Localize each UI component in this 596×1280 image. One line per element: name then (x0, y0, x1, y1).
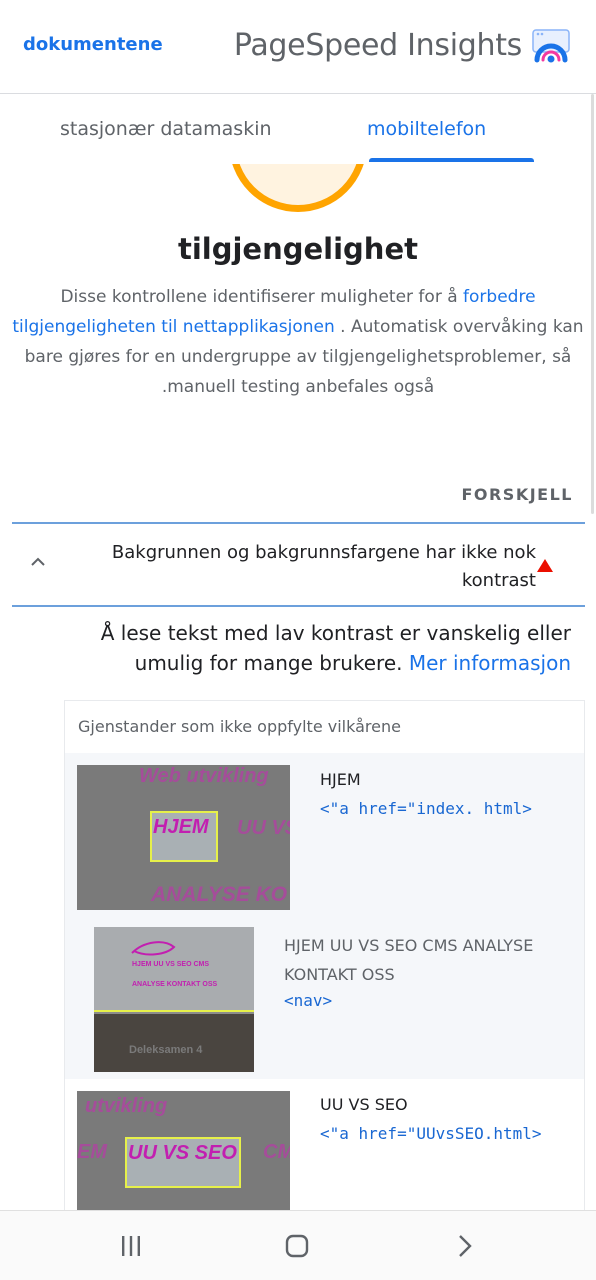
failing-elements-table: Gjenstander som ikke oppfylte vilkårene … (64, 700, 585, 1221)
node-label: HJEM (320, 770, 361, 789)
pagespeed-logo-icon (532, 29, 570, 63)
highlight-text: HJEM (153, 816, 209, 838)
fail-triangle-icon (537, 559, 553, 572)
audit-description: Å lese tekst med lav kontrast er vanskel… (51, 618, 571, 678)
thumb-logo (131, 941, 176, 956)
system-nav-bar (0, 1210, 596, 1280)
audit-title: Bakgrunnen og bakgrunnsfargene har ikke … (111, 542, 536, 591)
thumb-text: UU VS (237, 817, 290, 839)
table-row: HJEM UU VS SEO CMS ANALYSE KONTAKT OSS D… (65, 913, 584, 1079)
chevron-up-icon[interactable] (30, 554, 46, 570)
category-desc-text: Disse kontrollene identifiserer mulighet… (60, 287, 464, 307)
category-title: tilgjengelighet (177, 232, 418, 266)
category-description: Disse kontrollene identifiserer mulighet… (12, 282, 584, 402)
back-icon[interactable] (450, 1231, 480, 1261)
thumb-nav-line: ANALYSE KONTAKT OSS (132, 981, 218, 988)
app-header: dokumentene PageSpeed Insights (0, 0, 596, 94)
home-icon[interactable] (282, 1231, 312, 1261)
node-snippet: <nav> (284, 991, 333, 1010)
highlight-text: UU VS SEO (128, 1142, 237, 1164)
brand-title: PageSpeed Insights (233, 28, 522, 63)
table-row: utvikling EM CM UU VS SEO UU VS SEO <"a … (65, 1079, 584, 1221)
table-row: Web utvikling UU VS ANALYSE KO HJEM HJEM… (65, 753, 584, 913)
device-tabs: stasjonær datamaskin mobiltelefon (0, 94, 596, 164)
thumb-photo (94, 1014, 254, 1072)
learn-more-link[interactable]: Mer informasjon (409, 651, 571, 675)
thumb-text: CM (263, 1141, 290, 1163)
element-screenshot: Web utvikling UU VS ANALYSE KO HJEM (77, 765, 290, 910)
node-label: HJEM UU VS SEO CMS ANALYSE KONTAKT OSS (284, 936, 534, 984)
tab-desktop[interactable]: stasjonær datamaskin (60, 118, 272, 140)
active-tab-indicator (369, 158, 534, 162)
docs-link[interactable]: dokumentene (23, 34, 163, 55)
thumb-text: Web utvikling (139, 765, 269, 787)
recent-apps-icon[interactable] (116, 1231, 146, 1261)
node-snippet: <"a href="index. html> (320, 799, 532, 818)
table-heading: Gjenstander som ikke oppfylte vilkårene (78, 717, 401, 736)
thumb-text: utvikling (85, 1095, 168, 1117)
scrollbar[interactable] (591, 94, 594, 514)
diff-label: FORSKJELL (461, 485, 573, 504)
element-screenshot: utvikling EM CM UU VS SEO (77, 1091, 290, 1221)
thumb-nav-line: HJEM UU VS SEO CMS (132, 961, 210, 968)
node-snippet: <"a href="UUvsSEO.html> (320, 1124, 542, 1143)
thumb-text: ANALYSE KO (151, 883, 288, 906)
thumb-text: EM (77, 1141, 107, 1163)
tab-mobile[interactable]: mobiltelefon (367, 118, 486, 140)
node-label: UU VS SEO (320, 1095, 408, 1114)
thumb-caption: Deleksamen 4 (129, 1044, 203, 1056)
element-screenshot: HJEM UU VS SEO CMS ANALYSE KONTAKT OSS D… (94, 927, 254, 1072)
audit-contrast-header[interactable]: Bakgrunnen og bakgrunnsfargene har ikke … (12, 522, 585, 607)
